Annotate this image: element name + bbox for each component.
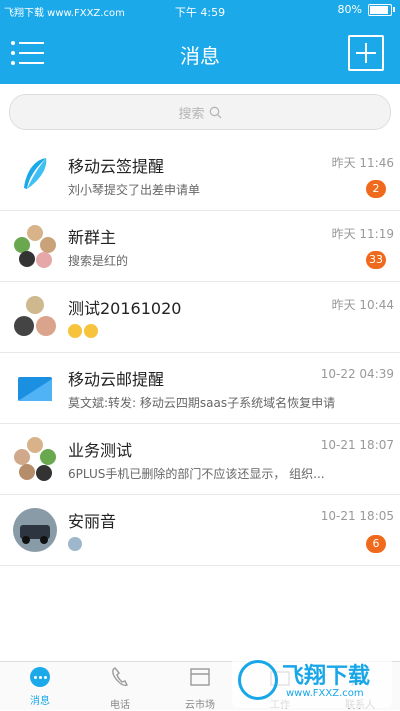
conversation-time: 昨天 11:46 bbox=[331, 156, 394, 170]
conversation-row[interactable]: 移动云签提醒 刘小琴提交了出差申请单 昨天 11:46 2 bbox=[0, 140, 400, 211]
watermark-title: 飞翔下载 bbox=[282, 664, 371, 689]
conversation-row[interactable]: 新群主 搜索是红的 昨天 11:19 33 bbox=[0, 211, 400, 282]
conversation-row[interactable]: 安丽音 10-21 18:05 6 bbox=[0, 495, 400, 566]
avatar bbox=[13, 508, 57, 552]
conversation-time: 昨天 11:19 bbox=[331, 227, 394, 241]
bottom-tabbar: 消息 电话 云市场 工作 联系人 飞翔下载 www.FXXZ.com bbox=[0, 654, 400, 711]
conversation-preview bbox=[68, 323, 100, 338]
watermark-url: www.FXXZ.com bbox=[286, 688, 364, 699]
battery-indicator: 80% bbox=[337, 3, 395, 16]
conversation-preview: 6PLUS手机已删除的部门不应该还显示， 组织... bbox=[68, 467, 325, 481]
emoji-icon bbox=[68, 536, 82, 551]
conversation-row[interactable]: 业务测试 6PLUS手机已删除的部门不应该还显示， 组织... 10-21 18… bbox=[0, 424, 400, 495]
emoji-icon bbox=[84, 323, 98, 338]
search-placeholder: 搜索 bbox=[178, 106, 205, 122]
conversation-time: 10-21 18:07 bbox=[320, 438, 394, 452]
feather-icon bbox=[24, 158, 47, 189]
search-icon bbox=[209, 106, 221, 118]
unread-badge: 33 bbox=[366, 251, 386, 269]
search-container: 搜索 bbox=[0, 84, 400, 138]
group-avatar bbox=[14, 225, 56, 268]
conversation-name: 移动云签提醒 bbox=[68, 157, 165, 176]
tab-messages[interactable]: 消息 bbox=[0, 662, 80, 710]
conversation-preview bbox=[68, 536, 84, 551]
page-title: 消息 bbox=[180, 44, 220, 68]
conversation-name: 安丽音 bbox=[68, 512, 117, 531]
add-icon[interactable] bbox=[348, 35, 384, 71]
conversation-row[interactable]: 测试20161020 昨天 10:44 bbox=[0, 282, 400, 353]
tab-cloud-market[interactable]: 云市场 bbox=[160, 662, 240, 711]
battery-percent: 80% bbox=[337, 3, 362, 16]
conversation-list: 移动云签提醒 刘小琴提交了出差申请单 昨天 11:46 2 新群主 搜索是红的 … bbox=[0, 140, 400, 566]
conversation-name: 测试20161020 bbox=[68, 299, 182, 318]
chat-bubble-icon bbox=[27, 666, 53, 688]
watermark-overlay: 飞翔下载 www.FXXZ.com bbox=[232, 654, 392, 708]
conversation-row[interactable]: 移动云邮提醒 莫文斌:转发: 移动云四期saas子系统域名恢复申请 10-22 … bbox=[0, 353, 400, 424]
conversation-preview: 搜索是红的 bbox=[68, 254, 129, 268]
group-avatar bbox=[14, 296, 56, 336]
top-navbar: 消息 bbox=[0, 22, 400, 84]
conversation-time: 10-21 18:05 bbox=[320, 509, 394, 523]
battery-icon bbox=[368, 3, 395, 16]
unread-badge: 2 bbox=[366, 180, 386, 198]
group-avatar bbox=[14, 437, 56, 481]
mail-icon bbox=[18, 377, 52, 401]
emoji-icon bbox=[68, 323, 82, 338]
search-input[interactable]: 搜索 bbox=[9, 94, 391, 130]
tab-label: 云市场 bbox=[185, 700, 215, 711]
tab-phone[interactable]: 电话 bbox=[80, 662, 160, 711]
conversation-preview: 莫文斌:转发: 移动云四期saas子系统域名恢复申请 bbox=[68, 396, 336, 410]
store-icon bbox=[190, 668, 210, 686]
conversation-preview: 刘小琴提交了出差申请单 bbox=[68, 183, 201, 197]
conversation-name: 业务测试 bbox=[68, 441, 133, 460]
conversation-name: 新群主 bbox=[68, 228, 117, 247]
watermark-logo-icon bbox=[238, 660, 278, 700]
conversation-name: 移动云邮提醒 bbox=[68, 370, 165, 389]
phone-icon bbox=[112, 667, 128, 686]
unread-badge: 6 bbox=[366, 535, 386, 553]
status-bar: 飞翔下载 www.FXXZ.com 下午 4:59 80% bbox=[0, 0, 400, 22]
conversation-time: 10-22 04:39 bbox=[320, 367, 394, 381]
tab-label: 电话 bbox=[110, 700, 130, 711]
conversation-time: 昨天 10:44 bbox=[331, 298, 394, 312]
tab-label: 消息 bbox=[30, 696, 50, 707]
